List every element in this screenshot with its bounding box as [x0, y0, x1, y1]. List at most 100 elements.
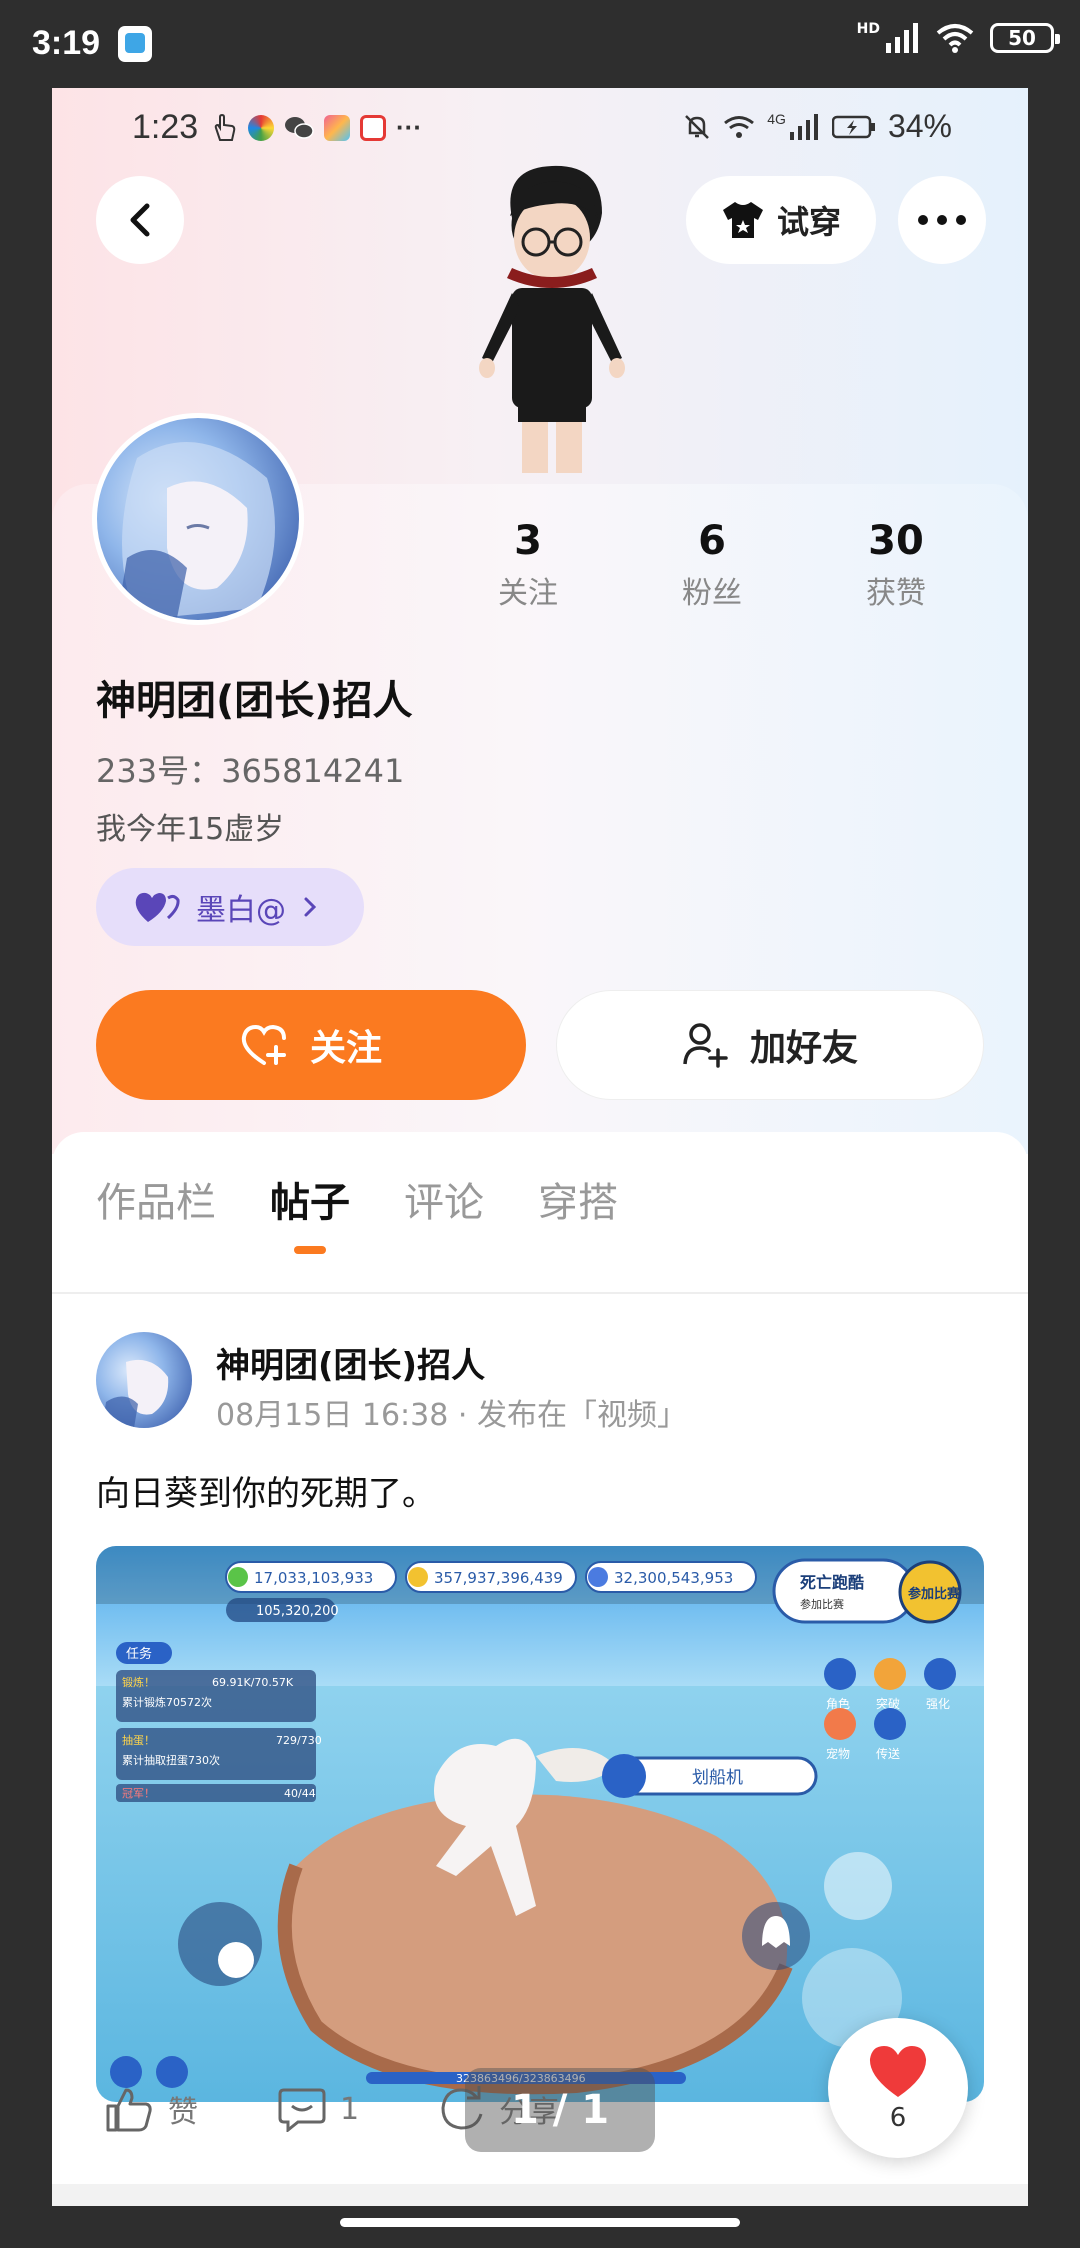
more-options-button[interactable]	[898, 176, 986, 264]
outer-status-bar: 3:19 HD 50	[0, 0, 1080, 88]
wechat-icon	[285, 116, 314, 139]
like-label: 赞	[168, 2095, 198, 2130]
hud-currency-2: 357,937,396,439	[405, 1561, 577, 1593]
event-sub: 参加比赛	[800, 1597, 844, 1611]
hud-currency-1: 17,033,103,933	[225, 1561, 397, 1593]
stat-fans[interactable]: 6 粉丝	[632, 518, 792, 612]
task1-title: 锻炼！	[122, 1675, 155, 1689]
app-notification-icon	[118, 26, 152, 62]
stat-fans-value: 6	[698, 518, 726, 564]
add-user-icon	[683, 1023, 728, 1068]
inner-clock: 1:23	[132, 108, 199, 146]
bottom-separator	[52, 2184, 1028, 2206]
more-dots-icon	[918, 215, 966, 225]
chat-small-icon[interactable]	[156, 2056, 188, 2088]
post-image[interactable]: 17,033,103,933 357,937,396,439 32,300,54…	[96, 1546, 984, 2102]
profile-avatar[interactable]	[92, 413, 304, 625]
profile-user-id: 233号：365814241	[96, 752, 405, 790]
thumbs-up-icon	[106, 2088, 152, 2132]
post-author-name[interactable]: 神明团(团长)招人	[216, 1338, 485, 1387]
tshirt-icon	[722, 202, 763, 238]
image-page-indicator: 1 / 1	[465, 2068, 655, 2152]
chevron-right-icon	[304, 897, 317, 917]
stat-likes-value: 30	[868, 518, 924, 564]
follow-label: 关注	[309, 1028, 382, 1069]
task3-title: 冠军！	[122, 1787, 155, 1800]
currency-1-value: 17,033,103,933	[254, 1569, 373, 1587]
wifi-small-icon	[724, 115, 755, 138]
outer-status-icons: HD 50	[856, 21, 1060, 54]
battery-charging-icon	[831, 115, 875, 138]
stat-likes-label: 获赞	[866, 576, 926, 611]
try-on-button[interactable]: 试穿	[686, 176, 876, 264]
add-friend-label: 加好友	[749, 1028, 858, 1069]
vehicle-label: 划船机	[692, 1768, 743, 1788]
tab-outfits[interactable]: 穿搭	[538, 1170, 618, 1228]
post-author-avatar[interactable]	[96, 1332, 192, 1428]
inner-status-bar: 1:23 ··· 4G 34%	[52, 88, 1028, 164]
comment-action[interactable]: 1	[278, 2086, 359, 2132]
tab-comments[interactable]: 评论	[404, 1170, 484, 1228]
sub-currency-value: 105,320,200	[256, 1604, 339, 1619]
heart-plus-icon	[241, 1024, 286, 1065]
btn-teleport: 传送	[876, 1746, 900, 1761]
notification-icons: ···	[212, 112, 422, 143]
add-friend-button[interactable]: 加好友	[556, 990, 984, 1100]
inner-status-icons: 4G 34%	[683, 108, 952, 145]
tab-posts[interactable]: 帖子	[270, 1170, 350, 1254]
relationship-tag[interactable]: 墨白@	[96, 868, 364, 946]
outer-clock: 3:19	[32, 24, 101, 62]
stat-following[interactable]: 3 关注	[448, 518, 608, 612]
hud-currency-3: 32,300,543,953	[585, 1561, 757, 1593]
event-panel[interactable]: 死亡跑酷参加比赛参加比赛	[772, 1558, 962, 1624]
currency-3-value: 32,300,543,953	[614, 1569, 733, 1587]
task-tab-label: 任务	[126, 1646, 152, 1662]
tab-works[interactable]: 作品栏	[96, 1170, 216, 1228]
stat-fans-label: 粉丝	[682, 576, 742, 611]
app-screen: 1:23 ··· 4G 34% 试穿 3 关注 6 粉丝 30 获赞 神明团(团…	[52, 88, 1028, 2206]
floating-like-count: 6	[889, 2103, 907, 2133]
post-meta: 08月15日 16:38 · 发布在「视频」	[216, 1398, 687, 1433]
vehicle-label-pill[interactable]: 划船机	[602, 1754, 818, 1798]
settings-small-icon[interactable]	[110, 2056, 142, 2088]
currency-2-value: 357,937,396,439	[434, 1569, 563, 1587]
floating-like-button[interactable]: 6	[828, 2018, 968, 2158]
heart-icon	[869, 2046, 927, 2097]
anime-portrait	[117, 442, 275, 620]
hud-sub-currency: 105,320,200	[226, 1598, 339, 1622]
task2-title: 抽蛋！	[122, 1733, 155, 1747]
relationship-tag-label: 墨白@	[196, 893, 286, 928]
comment-count: 1	[340, 2091, 360, 2127]
joystick[interactable]	[178, 1902, 262, 1986]
task3-progress: 40/44	[284, 1787, 316, 1800]
task1-desc: 累计锻炼70572次	[122, 1695, 212, 1709]
follow-button[interactable]: 关注	[96, 990, 526, 1100]
like-action[interactable]: 赞	[104, 2086, 198, 2132]
home-gesture-bar[interactable]	[340, 2218, 740, 2227]
try-on-label: 试穿	[776, 203, 841, 241]
btn-enhance: 强化	[926, 1697, 950, 1711]
signal-icon	[886, 23, 918, 53]
double-heart-icon	[135, 892, 180, 922]
comment-icon	[278, 2088, 326, 2132]
inner-battery-level: 34%	[887, 108, 952, 144]
profile-bio: 我今年15虚岁	[96, 812, 285, 847]
task1-progress: 69.91K/70.57K	[212, 1676, 294, 1689]
stat-following-value: 3	[514, 518, 542, 564]
hand-icon	[214, 113, 236, 141]
tabs-divider	[52, 1292, 1028, 1294]
battery-level: 50	[1008, 26, 1036, 50]
jump-button[interactable]	[824, 1852, 892, 1920]
more-notifications-icon: ···	[396, 112, 422, 142]
battery-icon: 50	[990, 23, 1060, 53]
btn-pet: 宠物	[826, 1746, 850, 1761]
event-title: 死亡跑酷	[800, 1573, 864, 1592]
stat-likes[interactable]: 30 获赞	[816, 518, 976, 612]
task2-progress: 729/730	[276, 1734, 322, 1747]
app-icon-colorful	[248, 114, 274, 141]
app-icon-square	[324, 114, 350, 141]
back-button[interactable]	[96, 176, 184, 264]
task2-desc: 累计抽取扭蛋730次	[122, 1753, 220, 1767]
profile-username: 神明团(团长)招人	[96, 678, 413, 724]
network-type-label: HD	[856, 21, 880, 37]
